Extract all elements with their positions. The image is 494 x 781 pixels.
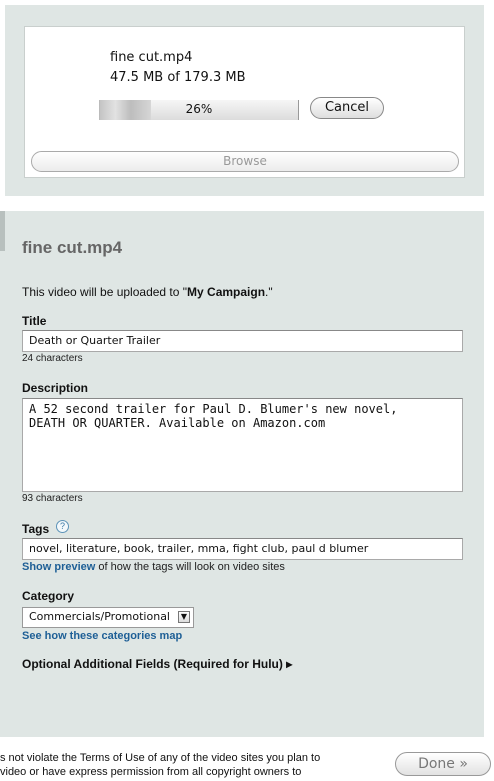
help-icon[interactable]: ?	[56, 520, 69, 533]
upload-destination-note: This video will be uploaded to "My Campa…	[22, 285, 273, 299]
tags-field[interactable]: novel, literature, book, trailer, mma, f…	[22, 538, 463, 560]
description-textarea[interactable]: A 52 second trailer for Paul D. Blumer's…	[22, 398, 463, 492]
upload-note-prefix: This video will be uploaded to "	[22, 285, 188, 299]
category-label: Category	[22, 589, 75, 603]
tags-preview-line: Show preview of how the tags will look o…	[22, 561, 285, 573]
cancel-upload-button[interactable]: Cancel	[310, 97, 384, 119]
upload-progress-card: fine cut.mp4 47.5 MB of 179.3 MB 26% Can…	[24, 26, 465, 178]
browse-button[interactable]: Browse	[31, 151, 459, 172]
chevron-down-icon[interactable]: ▼	[178, 611, 190, 623]
terms-line-2: video or have express permission from al…	[0, 766, 302, 778]
upload-note-suffix: ."	[265, 285, 273, 299]
campaign-name: My Campaign	[187, 285, 266, 299]
form-title: fine cut.mp4	[22, 238, 123, 257]
show-preview-link[interactable]: Show preview	[22, 561, 95, 573]
show-preview-text: of how the tags will look on video sites	[95, 561, 285, 573]
uploading-file-name: fine cut.mp4	[110, 50, 193, 65]
tags-label: Tags	[22, 522, 50, 536]
upload-progress-bar: 26%	[99, 100, 299, 120]
video-details-form: fine cut.mp4 This video will be uploaded…	[0, 211, 484, 737]
optional-fields-toggle[interactable]: Optional Additional Fields (Required for…	[22, 657, 292, 671]
title-field[interactable]: Death or Quarter Trailer	[22, 330, 463, 352]
category-select[interactable]: Commercials/Promotional ▼	[22, 607, 194, 628]
terms-of-use-text: s not violate the Terms of Use of any of…	[0, 751, 370, 779]
title-label: Title	[22, 314, 47, 328]
title-character-count: 24 characters	[22, 353, 83, 364]
upload-progress-label: 26%	[185, 102, 213, 116]
upload-size-text: 47.5 MB of 179.3 MB	[110, 70, 246, 85]
description-character-count: 93 characters	[22, 493, 83, 504]
done-button[interactable]: Done »	[395, 752, 491, 776]
categories-map-link[interactable]: See how these categories map	[22, 630, 182, 642]
terms-line-1: s not violate the Terms of Use of any of…	[0, 752, 321, 764]
panel-accent	[0, 211, 5, 251]
category-selected-value: Commercials/Promotional	[29, 610, 170, 623]
description-label: Description	[22, 381, 89, 395]
